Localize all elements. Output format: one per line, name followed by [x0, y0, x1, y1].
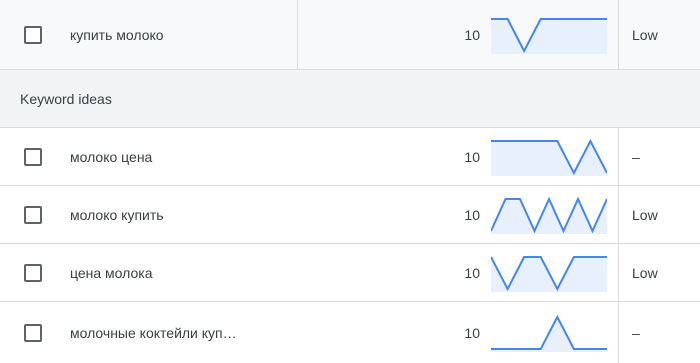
column-divider: [618, 0, 619, 69]
sparkline-area: [491, 198, 607, 234]
section-title: Keyword ideas: [20, 90, 112, 107]
row-checkbox[interactable]: [24, 323, 42, 342]
keyword-text: цена молока: [70, 264, 153, 281]
keyword-text: молочные коктейли куп…: [70, 324, 237, 341]
table-row: молоко купить 10 Low: [0, 186, 700, 244]
search-volume: 10: [464, 26, 480, 43]
competition-value: Low: [632, 26, 658, 43]
search-volume: 10: [464, 264, 480, 281]
trend-sparkline: [491, 196, 607, 234]
column-divider: [618, 186, 619, 243]
row-checkbox[interactable]: [24, 263, 42, 282]
keyword-text: молоко купить: [70, 206, 164, 223]
search-volume: 10: [464, 206, 480, 223]
column-divider: [618, 302, 619, 363]
table-row: молоко цена 10 –: [0, 128, 700, 186]
sparkline-area: [491, 140, 607, 176]
keyword-ideas-header: Keyword ideas: [0, 70, 700, 128]
row-checkbox[interactable]: [24, 147, 42, 166]
competition-value: Low: [632, 264, 658, 281]
search-volume: 10: [464, 148, 480, 165]
search-volume: 10: [464, 324, 480, 341]
trend-sparkline: [491, 138, 607, 176]
table-row: молочные коктейли куп… 10 –: [0, 302, 700, 363]
table-row: купить молоко 10 Low: [0, 0, 700, 70]
sparkline-area: [491, 18, 607, 54]
competition-value: –: [632, 324, 640, 341]
trend-sparkline: [491, 255, 607, 292]
row-checkbox[interactable]: [24, 205, 42, 224]
trend-sparkline: [491, 314, 607, 352]
competition-value: –: [632, 148, 640, 165]
keyword-text: молоко цена: [70, 148, 153, 165]
column-divider: [297, 0, 298, 69]
table-row: цена молока 10 Low: [0, 244, 700, 302]
keyword-table: купить молоко 10 Low Keyword ideas молок…: [0, 0, 700, 363]
column-divider: [618, 244, 619, 301]
trend-sparkline: [491, 17, 607, 54]
row-checkbox[interactable]: [24, 25, 42, 44]
competition-value: Low: [632, 206, 658, 223]
column-divider: [618, 128, 619, 185]
keyword-text: купить молоко: [70, 26, 164, 43]
